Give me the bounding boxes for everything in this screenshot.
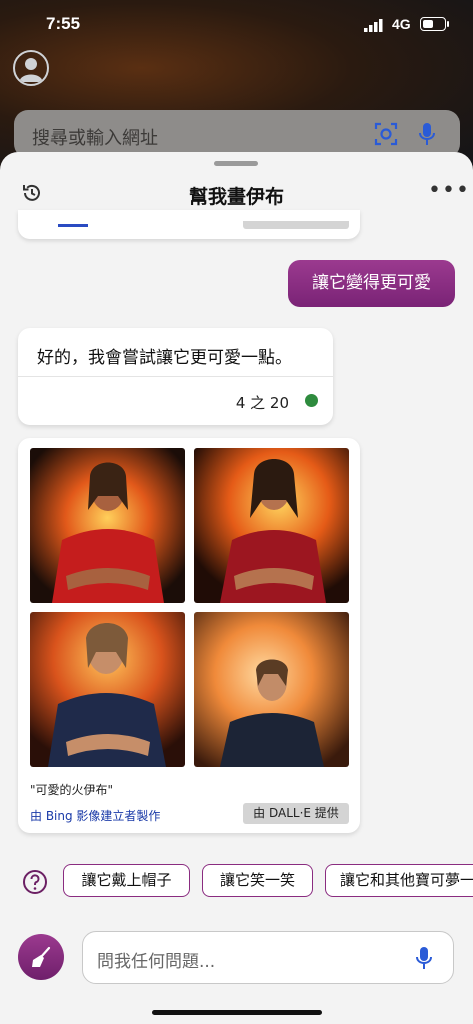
suggestion-chip-2[interactable]: 讓它笑一笑 — [202, 864, 313, 897]
profile-icon[interactable] — [13, 50, 49, 86]
mic-icon[interactable] — [418, 122, 436, 146]
address-bar[interactable]: 搜尋或輸入網址 — [14, 110, 460, 158]
generated-image-3[interactable] — [30, 612, 185, 767]
divider — [18, 376, 333, 377]
generated-image-1[interactable] — [30, 448, 185, 603]
previous-card-edge — [18, 210, 360, 239]
chat-input-placeholder: 問我任何問題... — [97, 952, 216, 972]
generated-image-4[interactable] — [194, 612, 349, 767]
status-bar: 7:55 4G — [0, 14, 473, 40]
chat-input[interactable]: 問我任何問題... — [82, 931, 454, 984]
bot-message: 好的，我會嘗試讓它更可愛一點。 — [37, 348, 292, 368]
sheet-grabber[interactable] — [214, 161, 258, 166]
dalle-badge: 由 DALL·E 提供 — [243, 803, 349, 824]
address-placeholder: 搜尋或輸入網址 — [32, 128, 158, 149]
previous-card-badge-edge — [243, 221, 349, 229]
suggestion-chip-3[interactable]: 讓它和其他寶可夢一 — [325, 864, 473, 897]
image-caption: "可愛的火伊布" — [30, 783, 114, 797]
battery-icon — [420, 17, 449, 31]
question-icon[interactable] — [22, 869, 48, 895]
turn-status-dot — [305, 394, 318, 407]
home-indicator — [152, 1010, 322, 1015]
user-message: 讓它變得更可愛 — [288, 260, 455, 307]
generated-image-2[interactable] — [194, 448, 349, 603]
signal-icon — [364, 19, 383, 32]
new-topic-button[interactable] — [18, 934, 64, 980]
bing-image-creator-link[interactable]: 由 Bing 影像建立者製作 — [30, 807, 160, 824]
lens-icon[interactable] — [374, 122, 398, 146]
network-label: 4G — [392, 16, 411, 32]
previous-card-link-edge — [58, 224, 88, 227]
mic-icon[interactable] — [415, 946, 433, 970]
chat-sheet: 幫我畫伊布 ••• 讓它變得更可愛 好的，我會嘗試讓它更可愛一點。 4 之 20 — [0, 152, 473, 1024]
image-result-card: "可愛的火伊布" 由 Bing 影像建立者製作 由 DALL·E 提供 — [18, 438, 360, 833]
status-time: 7:55 — [46, 14, 81, 33]
suggestion-chip-1[interactable]: 讓它戴上帽子 — [63, 864, 190, 897]
broom-icon — [32, 946, 51, 967]
turn-counter: 4 之 20 — [235, 394, 289, 412]
bot-message-card: 好的，我會嘗試讓它更可愛一點。 4 之 20 — [18, 328, 333, 425]
chat-title: 幫我畫伊布 — [188, 186, 284, 208]
more-icon[interactable]: ••• — [428, 178, 470, 203]
